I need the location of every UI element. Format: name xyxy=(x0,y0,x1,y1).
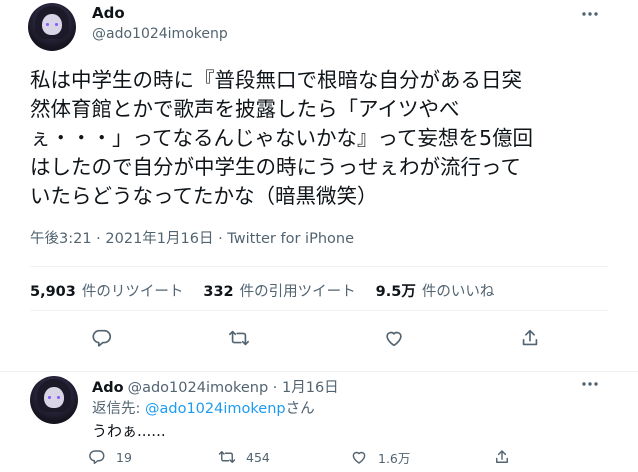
like-icon[interactable] xyxy=(350,448,368,466)
tweet-text: 私は中学生の時に『普段無口で根暗な自分がある日突 然体育館とかで歌声を披露したら… xyxy=(30,68,533,208)
author-name[interactable]: Ado xyxy=(92,380,124,396)
divider xyxy=(30,266,608,267)
reply-header: Ado @ado1024imokenp · 1月16日 xyxy=(92,376,339,397)
likes-stat[interactable]: 9.5万 件のいいね xyxy=(376,280,495,301)
replying-to-prefix: 返信先: xyxy=(92,401,145,417)
reply-actions: 19 454 1.6万 xyxy=(88,446,528,470)
retweets-stat[interactable]: 5,903 件のリツイート xyxy=(30,280,183,301)
quotes-count: 332 xyxy=(203,284,234,300)
retweet-count: 454 xyxy=(246,449,270,465)
author-handle[interactable]: @ado1024imokenp xyxy=(92,26,228,42)
like-action[interactable]: 1.6万 xyxy=(350,446,410,468)
avatar[interactable] xyxy=(28,3,76,51)
reply-icon[interactable] xyxy=(84,320,120,356)
separator-dot: · xyxy=(272,380,278,396)
like-icon[interactable] xyxy=(376,320,412,356)
divider xyxy=(30,310,608,311)
tweet-stats: 5,903 件のリツイート 332 件の引用ツイート 9.5万 件のいいね xyxy=(30,280,514,301)
retweet-icon[interactable] xyxy=(221,320,257,356)
more-icon[interactable] xyxy=(580,374,600,394)
share-icon[interactable] xyxy=(493,448,511,466)
quotes-stat[interactable]: 332 件の引用ツイート xyxy=(203,280,355,301)
tweet-actions xyxy=(0,320,638,360)
likes-count: 9.5万 xyxy=(375,284,416,300)
reply-icon[interactable] xyxy=(88,448,106,466)
main-tweet: Ado @ado1024imokenp 私は中学生の時に『普段無口で根暗な自分が… xyxy=(0,0,638,372)
reply-count: 19 xyxy=(116,449,132,465)
retweet-icon[interactable] xyxy=(218,448,236,466)
quotes-label: 件の引用ツイート xyxy=(239,284,356,300)
likes-label: 件のいいね xyxy=(421,284,495,300)
retweet-action[interactable]: 454 xyxy=(218,446,270,468)
replying-to-link[interactable]: @ado1024imokenp xyxy=(145,401,286,417)
reply-text: うわぁ...... xyxy=(92,422,166,440)
reply-tweet[interactable]: Ado @ado1024imokenp · 1月16日 返信先: @ado1024… xyxy=(0,372,638,472)
author-name[interactable]: Ado xyxy=(92,4,125,22)
tweet-date[interactable]: 1月16日 xyxy=(282,380,339,396)
share-icon[interactable] xyxy=(512,320,548,356)
avatar[interactable] xyxy=(30,376,78,424)
author-handle[interactable]: @ado1024imokenp xyxy=(128,380,269,396)
retweets-count: 5,903 xyxy=(30,284,76,300)
like-count: 1.6万 xyxy=(378,450,411,466)
replying-to-suffix: さん xyxy=(285,401,315,417)
more-icon[interactable] xyxy=(580,4,600,24)
share-action[interactable] xyxy=(493,446,511,468)
retweets-label: 件のリツイート xyxy=(81,284,184,300)
tweet-meta[interactable]: 午後3:21 · 2021年1月16日 · Twitter for iPhone xyxy=(30,227,354,248)
replying-to: 返信先: @ado1024imokenpさん xyxy=(92,397,315,418)
reply-action[interactable]: 19 xyxy=(88,446,132,468)
